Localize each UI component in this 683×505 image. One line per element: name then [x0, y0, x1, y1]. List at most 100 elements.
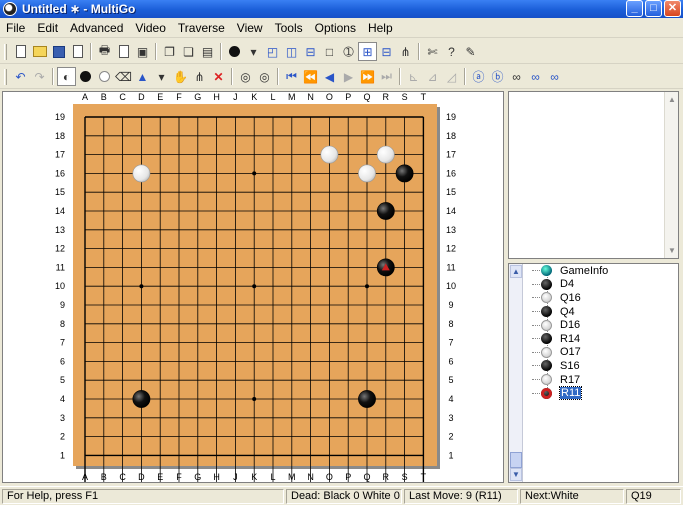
fast-back-icon[interactable]: ⏪: [301, 67, 320, 86]
next-variation-icon[interactable]: ⊿: [423, 67, 442, 86]
marker-icon[interactable]: ▲: [133, 67, 152, 86]
scroll-thumb[interactable]: [510, 452, 522, 468]
comment-2-icon[interactable]: ⓑ: [488, 67, 507, 86]
black-stone-icon[interactable]: [76, 67, 95, 86]
toolbar-separator: [399, 68, 401, 85]
board-view-2-icon[interactable]: ◫: [282, 42, 301, 61]
save-as-icon[interactable]: [68, 42, 87, 61]
open-icon[interactable]: [30, 42, 49, 61]
comment-scrollbar[interactable]: ▲ ▼: [664, 92, 678, 258]
scroll-down-icon[interactable]: ▼: [510, 468, 522, 481]
binoculars-1-icon[interactable]: ∞: [507, 67, 526, 86]
menu-tools[interactable]: Tools: [269, 21, 309, 35]
back-icon[interactable]: ◀: [320, 67, 339, 86]
tree-node[interactable]: Q16: [525, 291, 675, 305]
hand-icon[interactable]: ✋: [171, 67, 190, 86]
pass-black-icon[interactable]: ◎: [236, 67, 255, 86]
new-icon[interactable]: [11, 42, 30, 61]
row-label-right: 16: [446, 168, 456, 178]
export-image-icon[interactable]: ▣: [133, 42, 152, 61]
first-move-icon[interactable]: ⏮: [282, 67, 301, 86]
print-preview-icon[interactable]: [114, 42, 133, 61]
pass-white-icon[interactable]: ◎: [255, 67, 274, 86]
delete-icon[interactable]: ✕: [209, 67, 228, 86]
tree-node[interactable]: D16: [525, 318, 675, 332]
paste-icon[interactable]: ❏: [179, 42, 198, 61]
menu-traverse[interactable]: Traverse: [172, 21, 231, 35]
menu-view[interactable]: View: [231, 21, 269, 35]
white-stone-icon: [541, 374, 552, 386]
last-move-icon[interactable]: ⏭: [377, 67, 396, 86]
tree-node[interactable]: R17: [525, 373, 675, 387]
variation-icon[interactable]: ⋔: [190, 67, 209, 86]
move-number-icon[interactable]: ➀: [339, 42, 358, 61]
scroll-up-icon[interactable]: ▲: [666, 93, 678, 106]
toolbar-grip[interactable]: [4, 43, 7, 60]
save-icon[interactable]: [49, 42, 68, 61]
board-view-3-icon[interactable]: ⊟: [301, 42, 320, 61]
tree-view-2-icon[interactable]: ⊟: [377, 42, 396, 61]
prev-variation-icon[interactable]: ⊾: [404, 67, 423, 86]
forward-icon[interactable]: ▶: [339, 67, 358, 86]
menu-edit[interactable]: Edit: [31, 21, 64, 35]
menu-help[interactable]: Help: [362, 21, 399, 35]
minimize-button[interactable]: _: [626, 0, 643, 17]
toolbar-grip[interactable]: [4, 68, 7, 85]
help-icon[interactable]: ?: [442, 42, 461, 61]
white-stone-icon[interactable]: [95, 67, 114, 86]
close-button[interactable]: ✕: [664, 0, 681, 17]
tree-view-3-icon[interactable]: ⋔: [396, 42, 415, 61]
comment-panel[interactable]: ▲ ▼: [508, 91, 679, 259]
white-stone-q16[interactable]: [358, 164, 376, 183]
tree-scrollbar[interactable]: ▲ ▼: [509, 264, 523, 482]
tools-icon[interactable]: ✄: [423, 42, 442, 61]
tree-node[interactable]: S16: [525, 359, 675, 373]
tree-node[interactable]: D4: [525, 278, 675, 292]
tree-node[interactable]: O17: [525, 346, 675, 360]
eraser-icon[interactable]: ⌫: [114, 67, 133, 86]
white-stone-r17[interactable]: [376, 145, 395, 164]
white-stone-d16[interactable]: [132, 164, 151, 183]
menu-file[interactable]: File: [0, 21, 31, 35]
scroll-up-icon[interactable]: ▲: [510, 265, 522, 278]
menu-video[interactable]: Video: [129, 21, 171, 35]
black-stone-icon: [541, 333, 552, 345]
tree-node[interactable]: R11: [525, 386, 675, 401]
title-bar[interactable]: Untitled ∗ - MultiGo _ □ ✕: [0, 0, 683, 18]
tree-node[interactable]: R14: [525, 332, 675, 346]
menu-options[interactable]: Options: [309, 21, 362, 35]
copy-icon[interactable]: ❐: [160, 42, 179, 61]
go-board[interactable]: AABBCCDDEEFFGGHHJJKKLLMMNNOOPPQQRRSSTT19…: [3, 92, 503, 482]
column-label-top: G: [194, 92, 201, 102]
brush-icon[interactable]: ✎: [461, 42, 480, 61]
scroll-down-icon[interactable]: ▼: [666, 244, 678, 257]
black-stone-q4[interactable]: [358, 390, 376, 408]
dropdown-icon[interactable]: ▾: [152, 67, 171, 86]
black-first-icon[interactable]: [225, 42, 244, 61]
nav-icon[interactable]: ◿: [442, 67, 461, 86]
dropdown-icon[interactable]: ▾: [244, 42, 263, 61]
black-stone-s16[interactable]: [395, 164, 414, 183]
alternate-stones-icon[interactable]: ◐: [57, 67, 76, 86]
board-view-4-icon[interactable]: □: [320, 42, 339, 61]
board-view-1-icon[interactable]: ◰: [263, 42, 282, 61]
black-stone-r14[interactable]: [376, 202, 395, 220]
tree-node-label: R14: [560, 332, 581, 345]
tree-node[interactable]: GameInfo: [525, 264, 675, 278]
undo-icon[interactable]: ↶: [11, 67, 30, 86]
binoculars-2-icon[interactable]: ∞: [526, 67, 545, 86]
binoculars-3-icon[interactable]: ∞: [545, 67, 564, 86]
white-stone-o17[interactable]: [320, 145, 339, 164]
redo-icon[interactable]: ↷: [30, 67, 49, 86]
print-icon[interactable]: 🖶: [95, 42, 114, 61]
comment-1-icon[interactable]: ⓐ: [469, 67, 488, 86]
maximize-button[interactable]: □: [645, 0, 662, 17]
black-stone-d4[interactable]: [132, 390, 151, 408]
tree-view-1-icon[interactable]: ⊞: [358, 42, 377, 61]
properties-icon[interactable]: ▤: [198, 42, 217, 61]
menu-advanced[interactable]: Advanced: [64, 21, 129, 35]
app-icon[interactable]: [3, 2, 17, 16]
column-label-bottom: G: [194, 472, 201, 482]
fast-forward-icon[interactable]: ⏩: [358, 67, 377, 86]
tree-node[interactable]: Q4: [525, 305, 675, 319]
